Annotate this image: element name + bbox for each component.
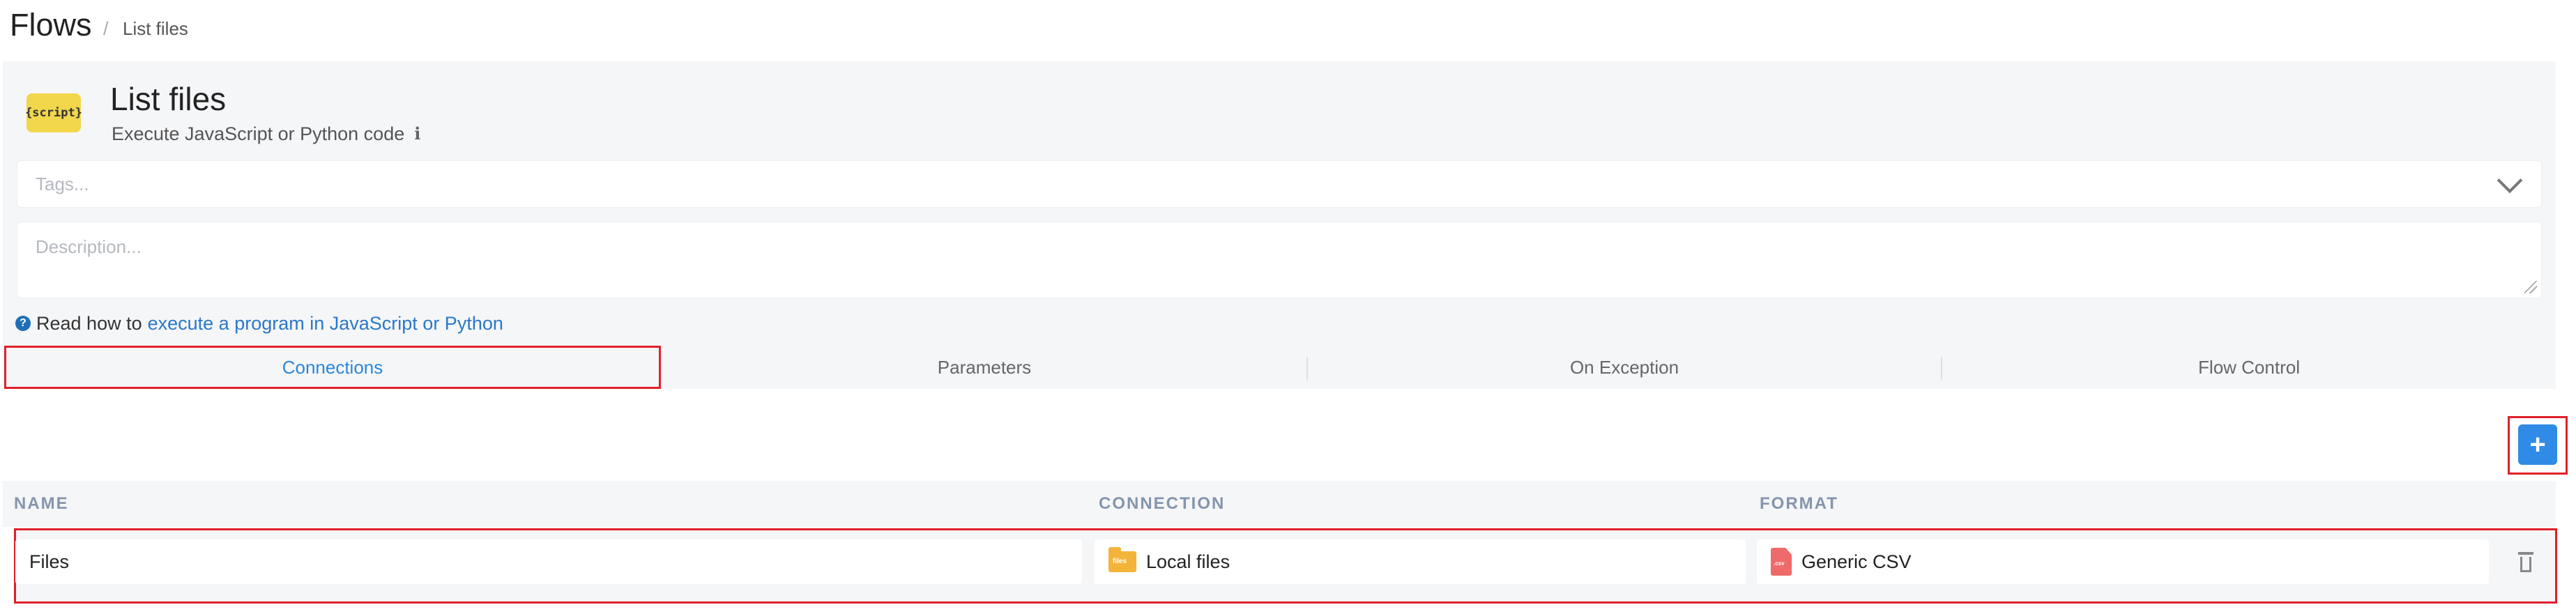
tags-input[interactable]: Tags... <box>17 160 2542 208</box>
breadcrumb-current: List files <box>123 18 188 39</box>
tab-on-exception[interactable]: On Exception <box>1308 346 1941 389</box>
folder-icon-label: files <box>1113 558 1127 565</box>
trash-icon[interactable] <box>2517 551 2535 573</box>
column-header-format: FORMAT <box>1760 494 1838 513</box>
row-name: Files <box>29 551 70 572</box>
trash-body <box>2520 557 2531 572</box>
help-line: ? Read how to execute a program in JavaS… <box>15 311 503 336</box>
tab-flow-control[interactable]: Flow Control <box>1942 346 2556 389</box>
row-name-cell[interactable]: Files <box>15 539 1082 584</box>
description-placeholder: Description... <box>36 236 142 257</box>
chevron-down-icon[interactable] <box>2497 167 2523 194</box>
column-header-connection: CONNECTION <box>1099 494 1226 513</box>
step-subtitle: Execute JavaScript or Python code i <box>112 120 420 148</box>
breadcrumb-separator: / <box>103 18 109 39</box>
row-format-cell[interactable]: .csv Generic CSV <box>1757 539 2489 584</box>
row-connection: Local files <box>1146 551 1230 572</box>
resize-handle-icon[interactable] <box>2524 281 2537 293</box>
page-title[interactable]: List files <box>110 78 226 120</box>
column-header-name: NAME <box>14 494 69 513</box>
trash-lid <box>2518 552 2533 555</box>
info-icon[interactable]: i <box>414 120 420 148</box>
step-subtitle-text: Execute JavaScript or Python code <box>112 123 405 144</box>
help-prefix: Read how to <box>36 313 142 334</box>
tab-connections[interactable]: Connections <box>4 346 661 389</box>
help-link[interactable]: execute a program in JavaScript or Pytho… <box>148 311 503 336</box>
folder-icon: files <box>1108 547 1136 572</box>
csv-file-icon: .csv <box>1771 548 1792 576</box>
table-header <box>3 481 2556 527</box>
row-connection-cell[interactable]: files Local files <box>1095 539 1746 584</box>
breadcrumb-root[interactable]: Flows <box>10 4 92 46</box>
csv-icon-label: .csv <box>1774 560 1785 567</box>
question-icon: ? <box>15 316 31 331</box>
row-format: Generic CSV <box>1801 551 1912 572</box>
description-textarea[interactable]: Description... <box>17 222 2542 298</box>
add-connection-button[interactable]: + <box>2518 424 2557 465</box>
script-icon: {script} <box>25 93 82 132</box>
tags-placeholder: Tags... <box>36 173 89 194</box>
tab-parameters[interactable]: Parameters <box>662 346 1306 389</box>
